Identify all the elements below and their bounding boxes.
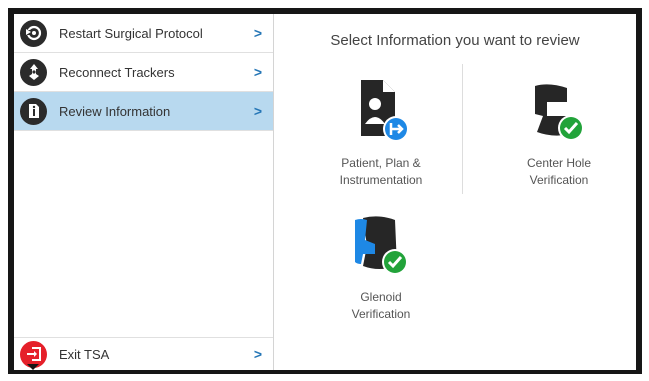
caption-line: Verification <box>529 173 589 187</box>
tile-center-hole-verification[interactable]: Center Hole Verification <box>484 76 634 189</box>
sidebar-item-label: Review Information <box>59 103 171 119</box>
divider <box>462 64 463 194</box>
tile-caption: Center Hole Verification <box>484 155 634 189</box>
chevron-right-icon: > <box>253 103 262 119</box>
sidebar-item-label: Restart Surgical Protocol <box>59 25 203 41</box>
chevron-right-icon: > <box>253 25 262 41</box>
center-hole-check-icon <box>535 84 584 141</box>
caption-line: Glenoid <box>360 290 402 304</box>
caption-line: Instrumentation <box>339 173 423 187</box>
tile-patient-plan-instrumentation[interactable]: Patient, Plan & Instrumentation <box>306 76 456 189</box>
device-frame: Restart Surgical Protocol > Reconnect Tr… <box>8 8 642 374</box>
sidebar-item-label: Reconnect Trackers <box>59 64 175 80</box>
exit-label: Exit TSA <box>59 346 110 362</box>
tile-glenoid-verification[interactable]: Glenoid Verification <box>306 210 456 323</box>
info-document-icon <box>20 97 47 125</box>
patient-plan-icon <box>361 80 409 142</box>
tile-caption: Patient, Plan & Instrumentation <box>306 155 456 189</box>
caption-line: Patient, Plan & <box>341 156 421 170</box>
sidebar-item-reconnect-trackers[interactable]: Reconnect Trackers > <box>14 53 273 92</box>
glenoid-check-icon <box>355 216 408 275</box>
sidebar: Restart Surgical Protocol > Reconnect Tr… <box>14 14 274 370</box>
chevron-right-icon: > <box>253 64 262 80</box>
caption-line: Center Hole <box>526 156 592 170</box>
pointer-arrow <box>27 364 39 370</box>
tile-caption: Glenoid Verification <box>306 289 456 323</box>
caption-line: Verification <box>351 307 411 321</box>
tracker-icon <box>20 58 47 86</box>
exit-tsa-button[interactable]: Exit TSA > <box>14 337 273 370</box>
sidebar-item-review-information[interactable]: Review Information > <box>14 92 273 131</box>
chevron-right-icon: > <box>253 346 262 362</box>
screen: Restart Surgical Protocol > Reconnect Tr… <box>14 14 636 370</box>
sidebar-item-restart-surgical-protocol[interactable]: Restart Surgical Protocol > <box>14 14 273 53</box>
main-panel: Select Information you want to review Pa… <box>274 14 636 370</box>
page-title: Select Information you want to review <box>330 32 580 49</box>
restart-icon <box>20 19 47 47</box>
